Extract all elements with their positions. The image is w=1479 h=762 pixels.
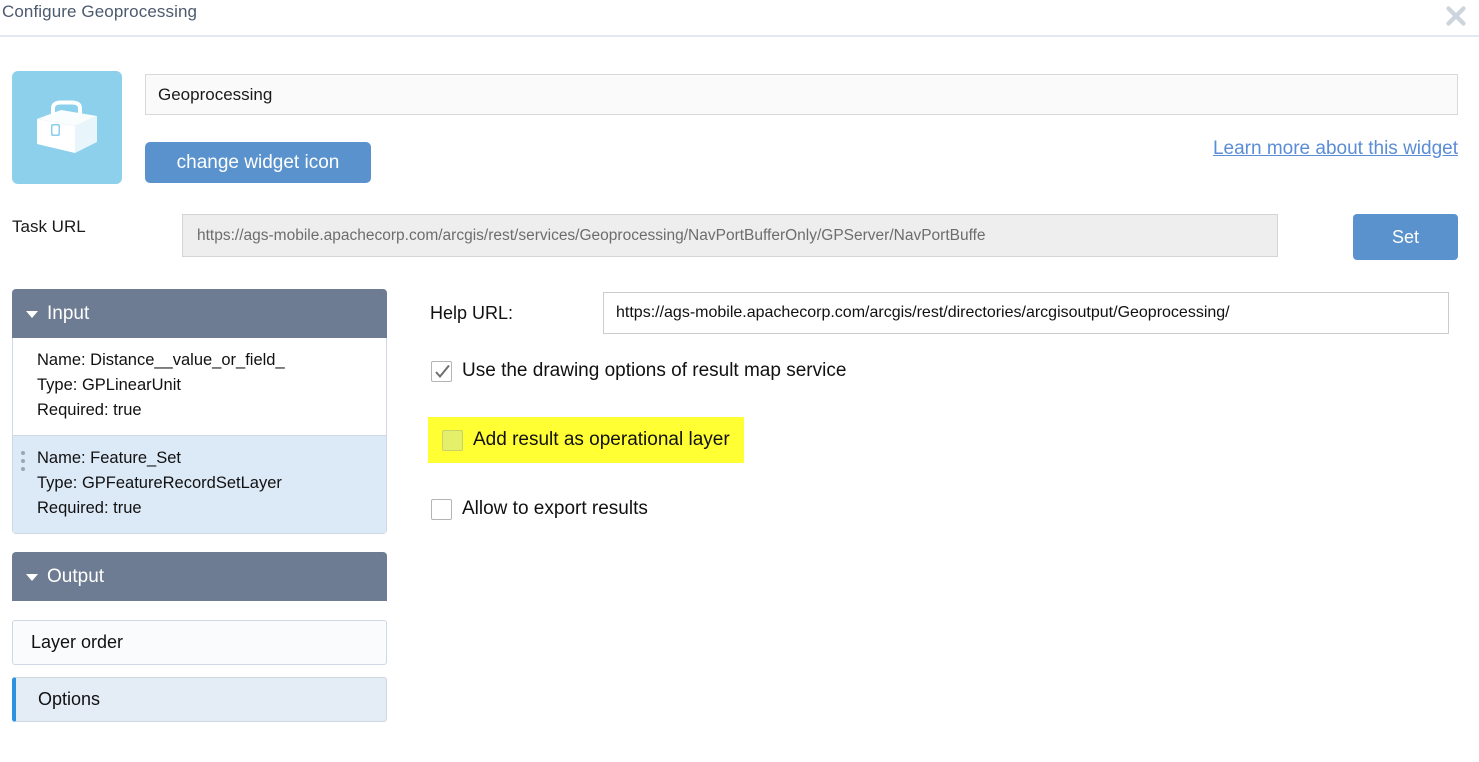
- sidebar-item-label: Options: [38, 689, 101, 709]
- drag-handle-icon[interactable]: [21, 451, 25, 475]
- widget-icon-button[interactable]: [12, 71, 122, 184]
- input-section-header[interactable]: Input: [12, 289, 387, 338]
- change-widget-icon-button[interactable]: change widget icon: [145, 142, 371, 183]
- input-section-label: Input: [47, 302, 90, 324]
- widget-name-input[interactable]: [145, 74, 1458, 115]
- sidebar-item-label: Layer order: [31, 632, 124, 652]
- chevron-down-icon: [26, 311, 38, 318]
- parameters-panel: Input Name: Distance__value_or_field_ Ty…: [12, 289, 387, 722]
- toolbox-icon: [37, 100, 97, 153]
- checkbox-label: Add result as operational layer: [473, 429, 730, 450]
- learn-more-link[interactable]: Learn more about this widget: [1213, 138, 1458, 160]
- close-icon[interactable]: [1441, 1, 1471, 31]
- checkbox-box[interactable]: [431, 360, 452, 382]
- list-item[interactable]: Name: Feature_Set Type: GPFeatureRecordS…: [13, 435, 386, 533]
- list-item[interactable]: Name: Distance__value_or_field_ Type: GP…: [13, 338, 386, 435]
- output-section-header[interactable]: Output: [12, 552, 387, 601]
- checkbox-box[interactable]: [431, 498, 452, 520]
- configure-geoprocessing-dialog: Configure Geoprocessing change widget ic…: [0, 0, 1479, 762]
- help-url-input[interactable]: [603, 292, 1449, 334]
- output-section: Output Layer order Options: [12, 552, 387, 722]
- chevron-down-icon: [26, 574, 38, 581]
- help-url-label: Help URL:: [430, 303, 514, 323]
- param-name: Name: Feature_Set: [37, 449, 181, 467]
- checkbox-label: Use the drawing options of result map se…: [462, 360, 847, 381]
- checkbox-box[interactable]: [442, 429, 463, 451]
- checkbox-allow-to-export-results[interactable]: Allow to export results: [431, 492, 648, 526]
- param-type: Type: GPLinearUnit: [37, 376, 181, 394]
- task-url-input[interactable]: [182, 214, 1278, 257]
- set-button[interactable]: Set: [1353, 214, 1458, 260]
- checkbox-add-result-as-operational-layer[interactable]: Add result as operational layer: [428, 417, 744, 463]
- output-section-label: Output: [47, 565, 105, 587]
- checkbox-label: Allow to export results: [462, 498, 648, 519]
- check-icon: [435, 364, 450, 378]
- param-required: Required: true: [37, 401, 142, 419]
- param-required: Required: true: [37, 499, 142, 517]
- dialog-titlebar: Configure Geoprocessing: [0, 0, 1479, 37]
- sidebar-item-options[interactable]: Options: [12, 677, 387, 722]
- param-name: Name: Distance__value_or_field_: [37, 351, 285, 369]
- checkbox-use-drawing-options[interactable]: Use the drawing options of result map se…: [431, 354, 846, 388]
- input-parameter-list: Name: Distance__value_or_field_ Type: GP…: [12, 338, 387, 534]
- dialog-title: Configure Geoprocessing: [2, 2, 198, 21]
- sidebar-item-layer-order[interactable]: Layer order: [12, 620, 387, 665]
- param-type: Type: GPFeatureRecordSetLayer: [37, 474, 282, 492]
- task-url-label: Task URL: [12, 217, 86, 236]
